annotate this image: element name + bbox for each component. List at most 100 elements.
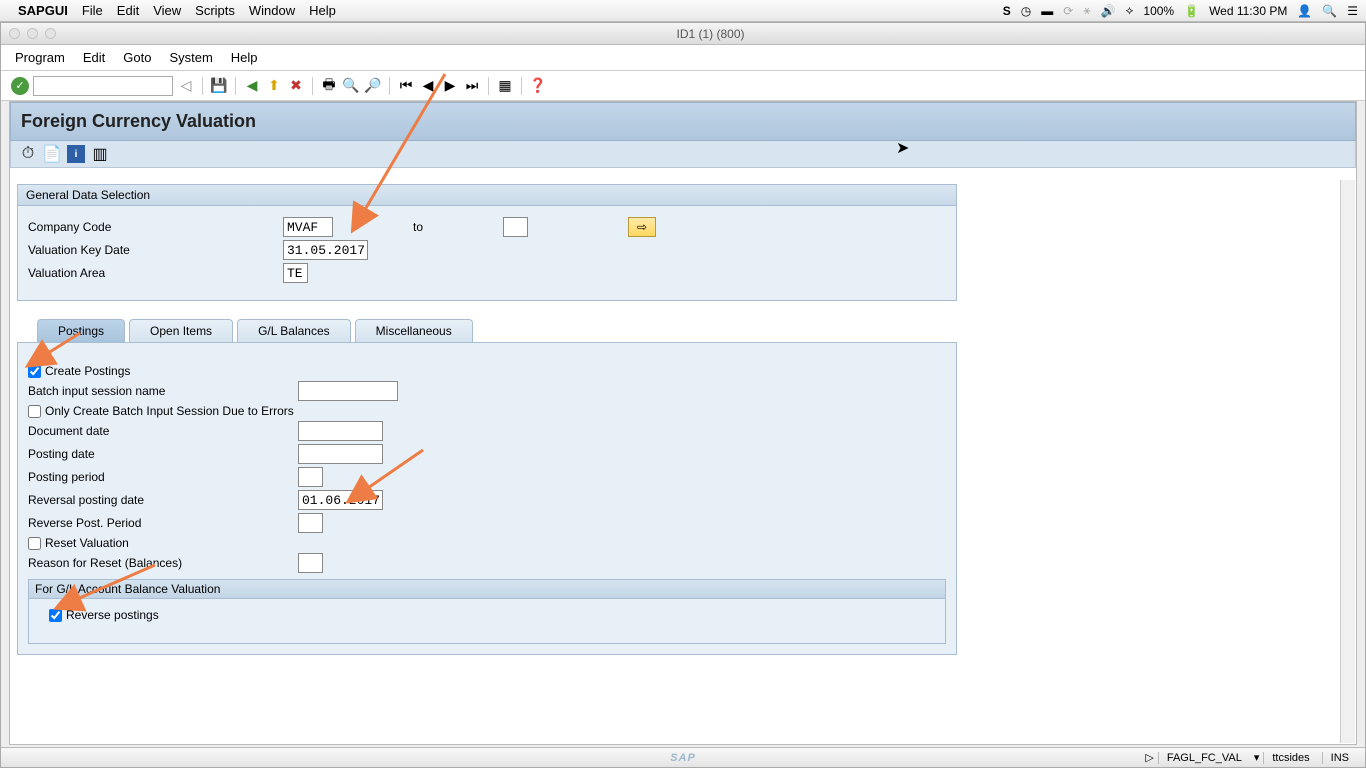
traffic-lights[interactable] — [9, 28, 56, 39]
statusbar: SAP ▷ FAGL_FC_VAL ▾ ttcsides INS — [1, 747, 1365, 767]
sap-status-icon[interactable]: S — [1003, 4, 1011, 18]
bluetooth-icon[interactable]: ⚹ — [1083, 3, 1090, 18]
page-title: Foreign Currency Valuation — [10, 102, 1356, 141]
posting-date-field[interactable] — [298, 444, 383, 464]
layout-icon[interactable]: ▥ — [91, 145, 109, 163]
valuation-area-field[interactable] — [283, 263, 308, 283]
status-nav-icon[interactable]: ▷ — [1145, 751, 1153, 764]
cancel-icon[interactable]: ✖ — [287, 77, 305, 95]
sap-menu-help[interactable]: Help — [231, 50, 258, 65]
document-date-field[interactable] — [298, 421, 383, 441]
sap-menu-goto[interactable]: Goto — [123, 50, 151, 65]
back-dropdown-icon[interactable]: ◁ — [177, 77, 195, 95]
wifi-icon[interactable]: ⟡ — [1125, 3, 1133, 18]
battery-box-icon[interactable]: ▬ — [1041, 4, 1053, 18]
sap-window: ID1 (1) (800) Program Edit Goto System H… — [0, 22, 1366, 768]
tab-body-postings: Create Postings Batch input session name… — [17, 342, 957, 655]
content-area: Foreign Currency Valuation ⏱ 📄 i ▥ Gener… — [9, 101, 1357, 745]
spotlight-icon[interactable]: 🔍 — [1322, 4, 1337, 18]
info-icon[interactable]: i — [67, 145, 85, 163]
tab-postings[interactable]: Postings — [37, 319, 125, 342]
volume-icon[interactable]: 🔊 — [1101, 4, 1116, 18]
general-data-header: General Data Selection — [17, 184, 957, 206]
only-batch-checkbox[interactable] — [28, 405, 41, 418]
sap-menubar: Program Edit Goto System Help — [1, 45, 1365, 71]
create-postings-label: Create Postings — [45, 364, 130, 378]
user-icon[interactable]: 👤 — [1297, 4, 1312, 18]
mac-menu-file[interactable]: File — [82, 3, 103, 18]
mac-app-name[interactable]: SAPGUI — [18, 3, 68, 18]
only-batch-label: Only Create Batch Input Session Due to E… — [45, 404, 294, 418]
help-icon[interactable]: ❓ — [529, 77, 547, 95]
status-mode: INS — [1322, 752, 1357, 764]
window-title: ID1 (1) (800) — [56, 27, 1365, 41]
tabstrip: Postings Open Items G/L Balances Miscell… — [17, 319, 957, 342]
sap-menu-program[interactable]: Program — [15, 50, 65, 65]
status-transaction[interactable]: FAGL_FC_VAL — [1158, 752, 1250, 764]
tab-gl-balances[interactable]: G/L Balances — [237, 319, 351, 342]
tab-miscellaneous[interactable]: Miscellaneous — [355, 319, 473, 342]
reason-reset-field[interactable] — [298, 553, 323, 573]
multiple-selection-button[interactable]: ⇨ — [628, 217, 656, 237]
print-icon[interactable]: 🖶 — [320, 77, 338, 95]
sap-toolbar: ✓ ◁ 💾 ◀ ⬆ ✖ 🖶 🔍 🔎 ⏮ ◀ ▶ ⏭ ▦ ❓ — [1, 71, 1365, 101]
reset-valuation-label: Reset Valuation — [45, 536, 129, 550]
prev-page-icon[interactable]: ◀ — [419, 77, 437, 95]
command-field[interactable] — [33, 76, 173, 96]
battery-icon[interactable]: 🔋 — [1184, 4, 1199, 18]
create-postings-checkbox[interactable] — [28, 365, 41, 378]
reset-valuation-checkbox[interactable] — [28, 537, 41, 550]
reverse-postings-label: Reverse postings — [66, 608, 159, 622]
sap-menu-edit[interactable]: Edit — [83, 50, 105, 65]
document-date-label: Document date — [28, 424, 298, 438]
valuation-area-label: Valuation Area — [28, 266, 283, 280]
execute-icon[interactable]: ⏱ — [19, 145, 37, 163]
clock-status-icon[interactable]: ◷ — [1021, 4, 1031, 18]
posting-period-field[interactable] — [298, 467, 323, 487]
variant-icon[interactable]: 📄 — [43, 145, 61, 163]
company-code-to-field[interactable] — [503, 217, 528, 237]
last-page-icon[interactable]: ⏭ — [463, 77, 481, 95]
save-icon[interactable]: 💾 — [210, 77, 228, 95]
status-dropdown-icon[interactable]: ▾ — [1254, 751, 1260, 764]
mac-menubar: SAPGUI File Edit View Scripts Window Hel… — [0, 0, 1366, 22]
battery-percent[interactable]: 100% — [1143, 4, 1174, 18]
reverse-period-label: Reverse Post. Period — [28, 516, 298, 530]
key-date-field[interactable] — [283, 240, 368, 260]
vertical-scrollbar[interactable] — [1340, 180, 1355, 743]
find-next-icon[interactable]: 🔎 — [364, 77, 382, 95]
mac-menu-window[interactable]: Window — [249, 3, 295, 18]
enter-icon[interactable]: ✓ — [11, 77, 29, 95]
first-page-icon[interactable]: ⏮ — [397, 77, 415, 95]
mac-menu-edit[interactable]: Edit — [117, 3, 139, 18]
gl-balance-subheader: For G/L Account Balance Valuation — [28, 579, 946, 599]
next-page-icon[interactable]: ▶ — [441, 77, 459, 95]
mac-menu-scripts[interactable]: Scripts — [195, 3, 235, 18]
reverse-postings-checkbox[interactable] — [49, 609, 62, 622]
reversal-date-field[interactable] — [298, 490, 383, 510]
menu-extra-icon[interactable]: ☰ — [1347, 4, 1358, 18]
exit-icon[interactable]: ⬆ — [265, 77, 283, 95]
reversal-date-label: Reversal posting date — [28, 493, 298, 507]
company-code-field[interactable] — [283, 217, 333, 237]
batch-name-field[interactable] — [298, 381, 398, 401]
mac-menu-help[interactable]: Help — [309, 3, 336, 18]
back-icon[interactable]: ◀ — [243, 77, 261, 95]
key-date-label: Valuation Key Date — [28, 243, 283, 257]
mac-status-right: S ◷ ▬ ⟳ ⚹ 🔊 ⟡ 100% 🔋 Wed 11:30 PM 👤 🔍 ☰ — [1003, 3, 1358, 18]
to-label: to — [393, 220, 443, 234]
tab-open-items[interactable]: Open Items — [129, 319, 233, 342]
sync-icon[interactable]: ⟳ — [1063, 4, 1073, 18]
mac-menu-view[interactable]: View — [153, 3, 181, 18]
batch-name-label: Batch input session name — [28, 384, 298, 398]
mac-clock[interactable]: Wed 11:30 PM — [1209, 4, 1287, 18]
reverse-period-field[interactable] — [298, 513, 323, 533]
sap-logo: SAP — [670, 752, 696, 764]
company-code-label: Company Code — [28, 220, 283, 234]
window-titlebar: ID1 (1) (800) — [1, 23, 1365, 45]
app-toolbar: ⏱ 📄 i ▥ — [10, 141, 1356, 168]
new-session-icon[interactable]: ▦ — [496, 77, 514, 95]
general-data-group: General Data Selection Company Code to ⇨… — [17, 184, 957, 301]
find-icon[interactable]: 🔍 — [342, 77, 360, 95]
sap-menu-system[interactable]: System — [169, 50, 212, 65]
